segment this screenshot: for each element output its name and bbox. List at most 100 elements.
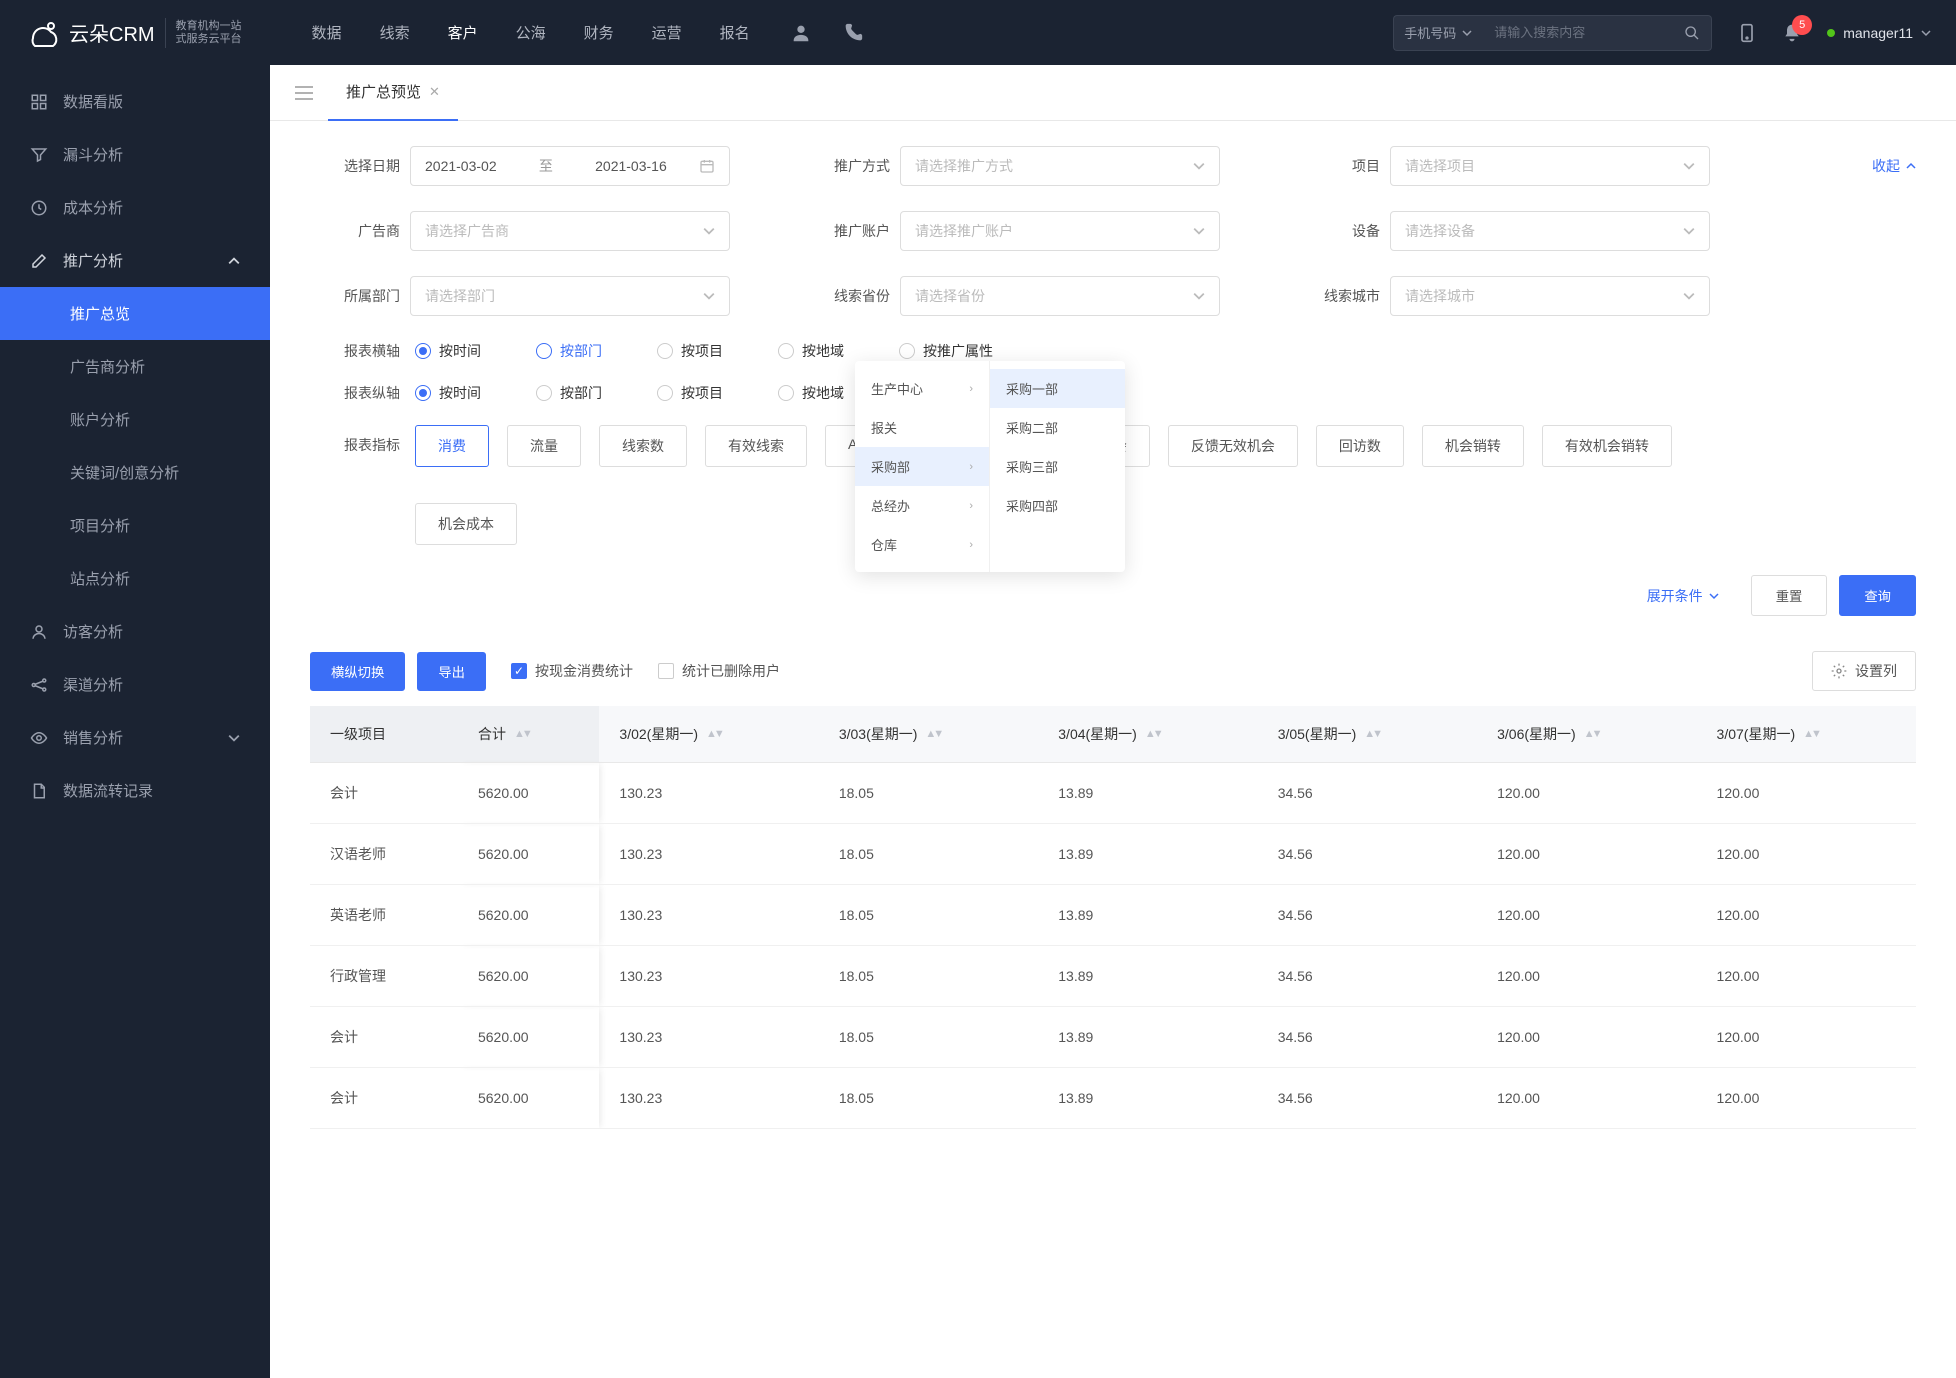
stat-deleted-checkbox[interactable]: 统计已删除用户 bbox=[658, 661, 780, 681]
table-header[interactable]: 3/02(星期一)▲▼ bbox=[599, 706, 818, 763]
search-type-select[interactable]: 手机号码 bbox=[1393, 15, 1482, 51]
province-select[interactable]: 请选择省份 bbox=[900, 276, 1220, 316]
radio-option[interactable]: 按地域 bbox=[778, 341, 844, 361]
logo-area: 云朵CRM 教育机构一站 式服务云平台 bbox=[25, 18, 242, 48]
metric-chip[interactable]: 反馈无效机会 bbox=[1168, 425, 1298, 467]
nav-item-2[interactable]: 客户 bbox=[448, 22, 478, 43]
radio-option[interactable]: 按时间 bbox=[415, 383, 481, 403]
funnel-icon bbox=[30, 146, 48, 164]
dept-select[interactable]: 请选择部门 bbox=[410, 276, 730, 316]
cascade-option[interactable]: 采购四部 bbox=[990, 486, 1125, 525]
cascade-option[interactable]: 报关 bbox=[855, 408, 989, 447]
cascade-option[interactable]: 采购一部 bbox=[990, 369, 1125, 408]
user-menu[interactable]: manager11 bbox=[1827, 25, 1931, 41]
sidebar-item[interactable]: 访客分析 bbox=[0, 605, 270, 658]
metric-chip[interactable]: 线索数 bbox=[599, 425, 687, 467]
nav-item-0[interactable]: 数据 bbox=[312, 22, 342, 43]
sidebar-sub-item[interactable]: 站点分析 bbox=[0, 552, 270, 605]
metric-chip[interactable]: 回访数 bbox=[1316, 425, 1404, 467]
table-header[interactable]: 3/03(星期一)▲▼ bbox=[819, 706, 1038, 763]
cascade-option[interactable]: 总经办› bbox=[855, 486, 989, 525]
nav-item-5[interactable]: 运营 bbox=[652, 22, 682, 43]
sidebar-sub-item[interactable]: 项目分析 bbox=[0, 499, 270, 552]
table-cell: 5620.00 bbox=[458, 824, 599, 885]
close-icon[interactable]: ✕ bbox=[429, 84, 440, 100]
query-button[interactable]: 查询 bbox=[1839, 575, 1916, 616]
y-axis-label: 报表纵轴 bbox=[310, 383, 400, 403]
cascade-option[interactable]: 生产中心› bbox=[855, 369, 989, 408]
metric-chip[interactable]: 有效机会销转 bbox=[1542, 425, 1672, 467]
tagline: 教育机构一站 式服务云平台 bbox=[176, 20, 242, 46]
mobile-icon[interactable] bbox=[1737, 23, 1757, 43]
export-button[interactable]: 导出 bbox=[417, 652, 486, 691]
table-cell: 120.00 bbox=[1697, 946, 1916, 1007]
radio-option[interactable]: 按部门 bbox=[536, 341, 602, 361]
config-columns-button[interactable]: 设置列 bbox=[1812, 651, 1916, 691]
table-header[interactable]: 3/06(星期一)▲▼ bbox=[1477, 706, 1696, 763]
search-input[interactable] bbox=[1482, 15, 1712, 51]
cascade-option[interactable]: 采购三部 bbox=[990, 447, 1125, 486]
radio-option[interactable]: 按时间 bbox=[415, 341, 481, 361]
radio-option[interactable]: 按推广属性 bbox=[899, 341, 993, 361]
table-cell: 120.00 bbox=[1477, 946, 1696, 1007]
city-select[interactable]: 请选择城市 bbox=[1390, 276, 1710, 316]
metric-chip[interactable]: 有效线索 bbox=[705, 425, 807, 467]
cascade-option[interactable]: 采购部› bbox=[855, 447, 989, 486]
table-cell: 130.23 bbox=[599, 885, 818, 946]
table-cell: 5620.00 bbox=[458, 885, 599, 946]
chevron-down-icon bbox=[228, 732, 240, 744]
eye-icon bbox=[30, 729, 48, 747]
sidebar-sub-item[interactable]: 账户分析 bbox=[0, 393, 270, 446]
advertiser-select[interactable]: 请选择广告商 bbox=[410, 211, 730, 251]
sidebar-item[interactable]: 数据流转记录 bbox=[0, 764, 270, 817]
metric-chip[interactable]: 机会销转 bbox=[1422, 425, 1524, 467]
sidebar-item[interactable]: 渠道分析 bbox=[0, 658, 270, 711]
search-icon[interactable] bbox=[1684, 25, 1700, 41]
radio-option[interactable]: 按项目 bbox=[657, 341, 723, 361]
radio-option[interactable]: 按部门 bbox=[536, 383, 602, 403]
top-header: 云朵CRM 教育机构一站 式服务云平台 数据 线索 客户 公海 财务 运营 报名 手机号码 bbox=[0, 0, 1956, 65]
date-range-picker[interactable]: 2021-03-02 至 2021-03-16 bbox=[410, 146, 730, 186]
table-header[interactable]: 合计▲▼ bbox=[458, 706, 599, 763]
table-cell: 34.56 bbox=[1258, 885, 1477, 946]
metric-chip[interactable]: 消费 bbox=[415, 425, 489, 467]
collapse-filters-link[interactable]: 收起 bbox=[1872, 156, 1916, 176]
metric-chip[interactable]: 流量 bbox=[507, 425, 581, 467]
account-select[interactable]: 请选择推广账户 bbox=[900, 211, 1220, 251]
phone-icon[interactable] bbox=[842, 22, 864, 44]
divider bbox=[165, 18, 166, 48]
cascade-option[interactable]: 仓库› bbox=[855, 525, 989, 564]
method-select[interactable]: 请选择推广方式 bbox=[900, 146, 1220, 186]
collapse-sidebar-icon[interactable] bbox=[280, 76, 328, 110]
device-select[interactable]: 请选择设备 bbox=[1390, 211, 1710, 251]
sidebar-item[interactable]: 漏斗分析 bbox=[0, 128, 270, 181]
nav-item-6[interactable]: 报名 bbox=[720, 22, 750, 43]
bell-icon[interactable]: 5 bbox=[1782, 23, 1802, 43]
sidebar-item[interactable]: 销售分析 bbox=[0, 711, 270, 764]
toggle-axis-button[interactable]: 横纵切换 bbox=[310, 652, 405, 691]
table-header[interactable]: 3/04(星期一)▲▼ bbox=[1038, 706, 1257, 763]
nav-item-1[interactable]: 线索 bbox=[380, 22, 410, 43]
sidebar-sub-item[interactable]: 广告商分析 bbox=[0, 340, 270, 393]
sidebar-sub-item[interactable]: 推广总览 bbox=[0, 287, 270, 340]
nav-item-3[interactable]: 公海 bbox=[516, 22, 546, 43]
table-header[interactable]: 3/07(星期一)▲▼ bbox=[1697, 706, 1916, 763]
stat-cash-checkbox[interactable]: ✓按现金消费统计 bbox=[511, 661, 633, 681]
table-header[interactable]: 3/05(星期一)▲▼ bbox=[1258, 706, 1477, 763]
nav-item-4[interactable]: 财务 bbox=[584, 22, 614, 43]
metric-chip[interactable]: 机会成本 bbox=[415, 503, 517, 545]
logo-icon bbox=[25, 18, 59, 48]
project-select[interactable]: 请选择项目 bbox=[1390, 146, 1710, 186]
table-header[interactable]: 一级项目 bbox=[310, 706, 458, 763]
expand-conditions-link[interactable]: 展开条件 bbox=[1647, 586, 1719, 606]
user-icon[interactable] bbox=[790, 22, 812, 44]
sidebar-item[interactable]: 推广分析 bbox=[0, 234, 270, 287]
cascade-option[interactable]: 采购二部 bbox=[990, 408, 1125, 447]
radio-option[interactable]: 按项目 bbox=[657, 383, 723, 403]
tab-promotion-overview[interactable]: 推广总预览 ✕ bbox=[328, 65, 458, 121]
reset-button[interactable]: 重置 bbox=[1751, 575, 1828, 616]
sidebar-item[interactable]: 数据看版 bbox=[0, 75, 270, 128]
sidebar-item[interactable]: 成本分析 bbox=[0, 181, 270, 234]
radio-option[interactable]: 按地域 bbox=[778, 383, 844, 403]
sidebar-sub-item[interactable]: 关键词/创意分析 bbox=[0, 446, 270, 499]
